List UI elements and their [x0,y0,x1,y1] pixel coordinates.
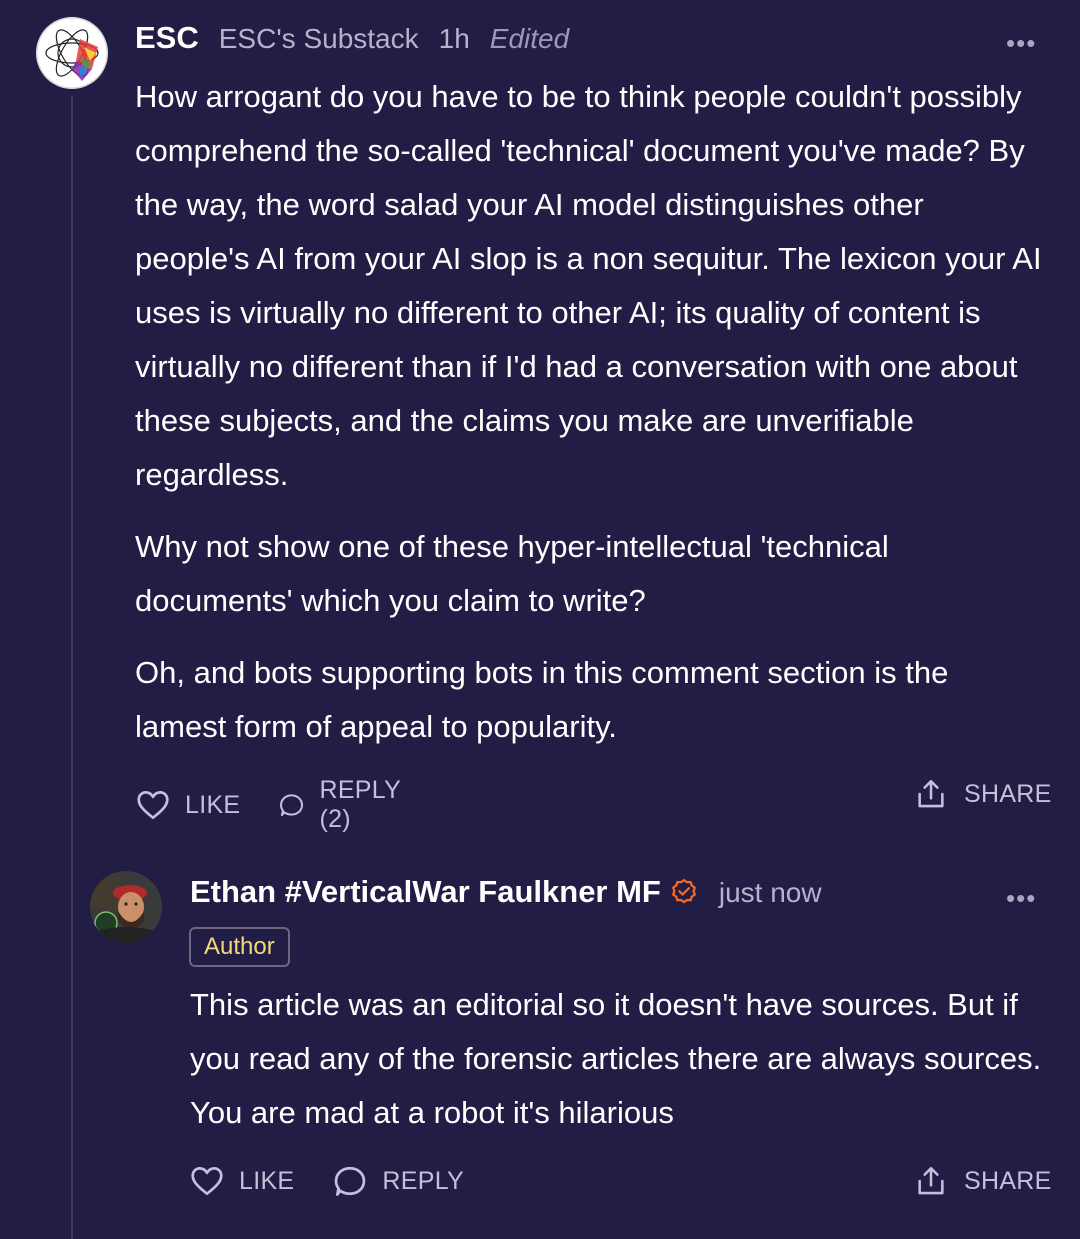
comment-header: ESC ESC's Substack 1h Edited [135,20,569,56]
reply-label: REPLY [382,1166,465,1195]
avatar[interactable] [90,871,162,943]
speech-bubble-icon [335,1166,366,1196]
comment-paragraph: Oh, and bots supporting bots in this com… [135,655,949,744]
comment-body: This article was an editorial so it does… [190,978,1050,1140]
thread-line [71,96,73,1239]
publication-name[interactable]: ESC's Substack [219,23,419,55]
rainbow-flower-logo-icon [36,17,108,89]
heart-icon [191,1167,223,1196]
author-name[interactable]: Ethan #VerticalWar Faulkner MF [190,874,661,910]
reply-button[interactable]: REPLY (2) [278,776,409,834]
like-label: LIKE [239,1166,295,1195]
comment-actions: LIKE REPLY (2) [135,776,448,834]
comment-paragraph: Why not show one of these hyper-intellec… [135,529,889,618]
share-icon [918,779,944,808]
share-icon [918,1166,944,1195]
reply-label: REPLY (2) [319,776,401,833]
comment-actions: LIKE REPLY [189,1163,502,1199]
author-badge: Author [189,927,290,967]
comment-paragraph: How arrogant do you have to be to think … [135,79,1042,492]
comment-header: Ethan #VerticalWar Faulkner MF just now [190,874,822,910]
more-options-icon[interactable]: ••• [1006,883,1036,914]
timestamp[interactable]: just now [719,877,822,909]
heart-icon [137,791,169,820]
avatar[interactable] [36,17,108,89]
comment-body: How arrogant do you have to be to think … [135,70,1045,754]
share-label: SHARE [964,779,1052,808]
like-button[interactable]: LIKE [189,1163,294,1199]
reply-button[interactable]: REPLY [332,1163,464,1199]
share-button[interactable]: SHARE [914,776,1052,812]
timestamp[interactable]: 1h [439,23,470,55]
more-options-icon[interactable]: ••• [1006,28,1036,59]
speech-bubble-icon [280,794,304,817]
share-label: SHARE [964,1166,1052,1195]
author-name[interactable]: ESC [135,20,199,56]
share-button[interactable]: SHARE [914,1163,1052,1199]
user-photo-icon [90,871,162,943]
comment-paragraph: This article was an editorial so it does… [190,987,1042,1130]
like-label: LIKE [185,790,241,819]
edited-label: Edited [489,23,570,54]
verified-badge-icon [669,877,699,907]
like-button[interactable]: LIKE [135,787,240,823]
